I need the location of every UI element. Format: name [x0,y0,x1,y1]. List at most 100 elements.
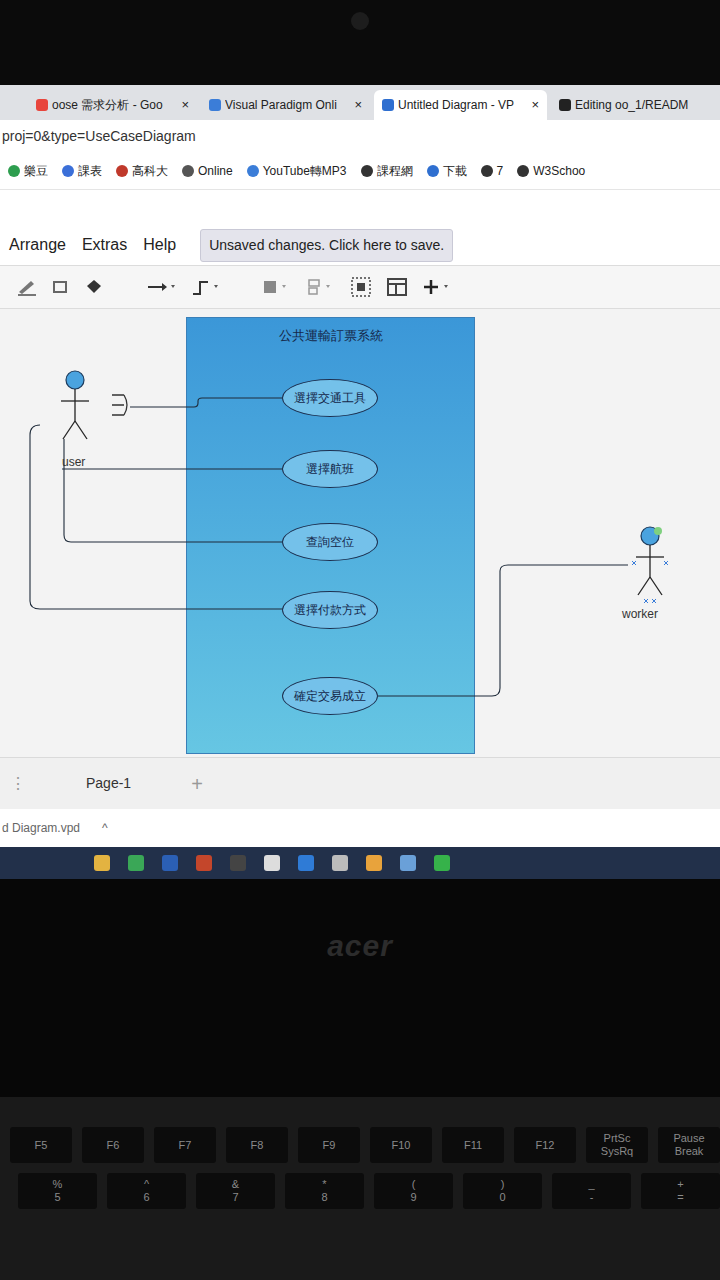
keyboard-key[interactable]: F5 [10,1127,72,1163]
bookmark[interactable]: 課程網 [361,162,413,180]
keyboard-key[interactable]: PrtScSysRq [586,1127,648,1163]
keyboard-key[interactable]: F9 [298,1127,360,1163]
keyboard-key[interactable]: F6 [82,1127,144,1163]
actor[interactable] [630,525,670,605]
bookmarks-bar: 樂豆課表高科大 Online YouTube轉MP3 課程網下載 7 W3Schoo [0,152,720,190]
bookmark[interactable]: YouTube轉MP3 [247,162,347,180]
menu-item[interactable]: Extras [82,233,127,257]
download-expand[interactable]: ^ [102,819,108,837]
taskbar-app-icon[interactable] [332,855,348,871]
fit-icon[interactable] [350,276,372,298]
actor-label[interactable]: user [62,453,85,471]
taskbar-app-icon[interactable] [434,855,450,871]
connector-icon[interactable] [190,278,220,296]
save-notice[interactable]: Unsaved changes. Click here to save. [200,229,453,262]
bookmark-icon [427,165,439,177]
bookmark-icon [361,165,373,177]
bookmark-icon [481,165,493,177]
keyboard-key[interactable]: ^6 [107,1173,186,1209]
menu-item[interactable]: Arrange [9,233,66,257]
menu-bar: Arrange Extras Help Unsaved changes. Click … [0,225,720,265]
brand-logo: acer [327,923,393,1097]
actor-icon[interactable] [630,525,670,605]
actor[interactable] [55,369,95,449]
bookmark-icon [116,165,128,177]
keyboard-key[interactable]: *8 [285,1173,364,1209]
taskbar-app-icon[interactable] [94,855,110,871]
taskbar-app-icon[interactable] [196,855,212,871]
add-icon[interactable] [422,278,452,296]
laptop-bezel: acer [0,879,720,1097]
align-icon[interactable] [306,278,336,296]
bookmark-icon [517,165,529,177]
bookmark[interactable]: Online [182,162,233,180]
screen-bezel [0,0,720,85]
arrange-icon[interactable] [262,278,292,296]
taskbar-app-icon[interactable] [230,855,246,871]
shape-icon[interactable] [52,278,70,296]
favicon-icon [36,99,48,111]
download-file[interactable]: d Diagram.vpd [2,819,80,837]
keyboard-key[interactable]: F10 [370,1127,432,1163]
download-bar: d Diagram.vpd ^ [0,809,720,847]
add-page-button[interactable]: + [191,769,203,799]
tab-close[interactable]: × [531,95,539,115]
table-icon[interactable] [386,276,408,298]
browser-tab[interactable]: Visual Paradigm Onli× [201,90,370,120]
keyboard-key[interactable]: F7 [154,1127,216,1163]
browser-tab[interactable]: Untitled Diagram - VP× [374,90,547,120]
browser-tab[interactable]: oose 需求分析 - Goo× [28,90,197,120]
bookmark[interactable]: 樂豆 [8,162,48,180]
use-case[interactable]: 確定交易成立 [282,677,378,715]
use-case[interactable]: 選擇航班 [282,450,378,488]
keyboard-key[interactable]: PauseBreak [658,1127,720,1163]
taskbar-app-icon[interactable] [400,855,416,871]
taskbar-app-icon[interactable] [264,855,280,871]
taskbar-app-icon[interactable] [366,855,382,871]
bookmark-icon [8,165,20,177]
taskbar-app-icon[interactable] [298,855,314,871]
taskbar-app-icon[interactable] [128,855,144,871]
keyboard-key[interactable]: (9 [374,1173,453,1209]
use-case[interactable]: 選擇交通工具 [282,379,378,417]
keyboard-key[interactable]: %5 [18,1173,97,1209]
address-bar[interactable]: proj=0&type=UseCaseDiagram [0,120,720,152]
keyboard-key[interactable]: &7 [196,1173,275,1209]
page-tab[interactable]: Page-1 [86,773,131,794]
pen-icon[interactable] [16,278,38,296]
keyboard: F5 F6 F7 F8 F9 F10 F11 F12 PrtScSysRq PauseBreak%… [0,1097,720,1280]
bookmark[interactable]: 高科大 [116,162,168,180]
page-tabs: ⋮ Page-1 + [0,757,720,809]
tab-close[interactable]: × [354,95,362,115]
favicon-icon [559,99,571,111]
fill-icon[interactable] [84,278,104,296]
tab-close[interactable]: × [181,95,189,115]
use-case[interactable]: 選擇付款方式 [282,591,378,629]
actor-icon[interactable] [55,369,95,449]
favicon-icon [382,99,394,111]
actor-label[interactable]: worker [622,605,658,623]
arrow-icon[interactable] [146,280,176,294]
diagram-canvas[interactable]: 公共運輸訂票系統選擇交通工具選擇航班查詢空位選擇付款方式確定交易成立userwo… [0,309,720,757]
use-case[interactable]: 查詢空位 [282,523,378,561]
keyboard-key[interactable]: _- [552,1173,631,1209]
keyboard-key[interactable]: += [641,1173,720,1209]
menu-item[interactable]: Help [143,233,176,257]
pages-menu[interactable]: ⋮ [10,772,26,796]
bookmark[interactable]: 7 [481,162,504,180]
photo: oose 需求分析 - Goo×Visual Paradigm Onli×Unt… [0,0,720,1280]
browser-tab[interactable]: Editing oo_1/READM [551,90,720,120]
bookmark[interactable]: 課表 [62,162,102,180]
tab-bar: oose 需求分析 - Goo×Visual Paradigm Onli×Unt… [0,85,720,120]
number-key-row: %5 ^6&7 *8 (9 )0 _- += [10,1173,720,1209]
taskbar-app-icon[interactable] [162,855,178,871]
bookmark-icon [62,165,74,177]
keyboard-key[interactable]: F12 [514,1127,576,1163]
bookmark[interactable]: 下載 [427,162,467,180]
keyboard-key[interactable]: )0 [463,1173,542,1209]
keyboard-key[interactable]: F11 [442,1127,504,1163]
bookmark[interactable]: W3Schoo [517,162,585,180]
page-gap [0,190,720,225]
keyboard-key[interactable]: F8 [226,1127,288,1163]
toolbar [0,265,720,309]
